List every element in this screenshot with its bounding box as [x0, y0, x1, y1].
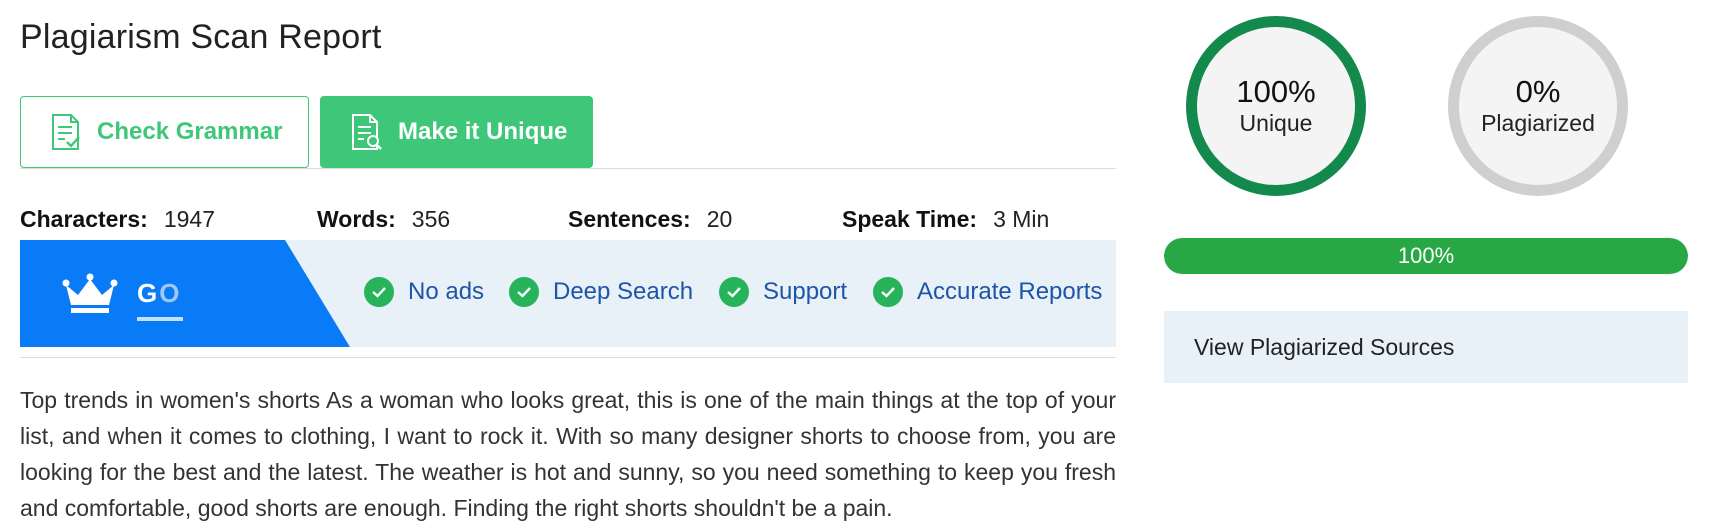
sentences-value: 20 — [706, 206, 733, 232]
speak-time-label: Speak Time: — [842, 206, 978, 232]
unique-gauge: 100% Unique — [1186, 16, 1366, 196]
plagiarized-gauge: 0% Plagiarized — [1448, 16, 1628, 196]
characters-label: Characters: — [20, 206, 148, 232]
feature-item: Accurate Reports — [873, 277, 1102, 307]
document-check-icon — [45, 112, 85, 152]
page-title: Plagiarism Scan Report — [20, 18, 382, 56]
plagiarized-percent: 0% — [1515, 74, 1561, 109]
feature-label: Deep Search — [553, 278, 694, 305]
check-circle-icon — [873, 277, 903, 307]
feature-label: No ads — [408, 278, 485, 305]
words-stat: Words: 356 — [317, 206, 450, 233]
make-unique-button[interactable]: Make it Unique — [320, 96, 593, 168]
speak-time-stat: Speak Time: 3 Min — [842, 206, 1049, 233]
crown-icon — [62, 273, 118, 315]
plagiarized-label: Plagiarized — [1481, 110, 1595, 136]
words-label: Words: — [317, 206, 396, 232]
sentences-label: Sentences: — [568, 206, 691, 232]
check-circle-icon — [364, 277, 394, 307]
characters-stat: Characters: 1947 — [20, 206, 215, 233]
check-grammar-label: Check Grammar — [97, 118, 283, 145]
check-grammar-button[interactable]: Check Grammar — [20, 96, 309, 168]
action-toolbar: Check Grammar Make it Unique — [20, 96, 1116, 169]
feature-item: Deep Search — [509, 277, 693, 307]
words-value: 356 — [411, 206, 451, 232]
go-underline — [137, 317, 183, 321]
unique-progress-bar: 100% — [1164, 238, 1688, 274]
check-circle-icon — [509, 277, 539, 307]
sentences-stat: Sentences: 20 — [568, 206, 732, 233]
go-letter-g: G — [137, 278, 160, 308]
feature-item: Support — [719, 277, 847, 307]
unique-label: Unique — [1239, 110, 1313, 136]
check-circle-icon — [719, 277, 749, 307]
go-letter-o: O — [159, 278, 182, 308]
section-divider — [20, 357, 1116, 358]
go-pro-banner[interactable]: GO No ads Deep Search Support Accurate R… — [20, 240, 1116, 347]
progress-fill: 100% — [1164, 238, 1688, 274]
view-sources-button[interactable]: View Plagiarized Sources — [1164, 311, 1688, 383]
feature-item: No ads — [364, 277, 484, 307]
speak-time-value: 3 Min — [993, 206, 1050, 232]
feature-label: Accurate Reports — [917, 278, 1103, 305]
make-unique-label: Make it Unique — [398, 118, 568, 145]
text-stats: Characters: 1947 Words: 356 Sentences: 20 S… — [20, 206, 1116, 236]
go-pro-text: GO — [137, 278, 181, 309]
characters-value: 1947 — [163, 206, 216, 232]
feature-label: Support — [763, 278, 848, 305]
scanned-text: Top trends in women's shorts As a woman … — [20, 387, 1116, 521]
document-search-icon — [346, 112, 386, 152]
unique-percent: 100% — [1236, 74, 1316, 109]
